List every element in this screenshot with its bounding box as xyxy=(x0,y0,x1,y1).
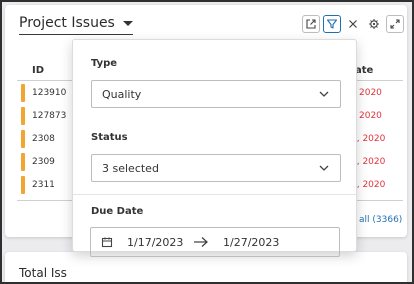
filter-button[interactable] xyxy=(323,15,341,33)
type-value: Quality xyxy=(102,88,142,101)
gear-icon xyxy=(369,19,379,29)
filter-panel: Type Quality Status 3 selected Due Date xyxy=(72,39,357,252)
page-title: Project Issues xyxy=(19,15,115,31)
settings-button[interactable] xyxy=(365,15,383,33)
caret-down-icon xyxy=(122,20,133,26)
status-flag-icon xyxy=(21,107,25,125)
due-date-start[interactable]: 1/17/2023 xyxy=(127,236,183,249)
status-flag-icon xyxy=(21,176,25,194)
status-value: 3 selected xyxy=(102,162,159,175)
panel-divider xyxy=(73,194,356,195)
issue-id: 123910 xyxy=(32,88,67,98)
column-header-due-date[interactable]: ate xyxy=(355,65,373,76)
filter-icon xyxy=(326,19,338,29)
status-flag-icon xyxy=(21,153,25,171)
project-issues-dropdown[interactable]: Project Issues xyxy=(19,15,133,35)
expand-icon xyxy=(390,19,400,29)
clear-filter-button[interactable] xyxy=(344,15,362,33)
card-toolbar xyxy=(302,15,404,33)
calendar-icon xyxy=(101,237,113,248)
status-select[interactable]: 3 selected xyxy=(91,154,341,182)
issue-due-date: 2020 xyxy=(359,88,382,98)
status-flag-icon xyxy=(21,84,25,102)
type-label: Type xyxy=(91,58,118,69)
app-frame: Project Issues ID ate 123910 2020 127873… xyxy=(0,0,414,284)
issue-id: 127873 xyxy=(32,111,67,121)
due-date-end[interactable]: 1/27/2023 xyxy=(223,236,279,249)
open-external-button[interactable] xyxy=(302,15,320,33)
issue-id: 2309 xyxy=(32,157,55,167)
chevron-down-icon xyxy=(319,165,329,171)
open-external-icon xyxy=(306,19,316,29)
status-label: Status xyxy=(91,132,128,143)
chevron-down-icon xyxy=(319,91,329,97)
due-date-label: Due Date xyxy=(91,206,144,217)
close-icon xyxy=(349,20,357,28)
arrow-right-icon xyxy=(194,237,208,247)
card-title: Total Iss xyxy=(19,266,67,280)
issue-id: 2311 xyxy=(32,180,55,190)
column-header-id[interactable]: ID xyxy=(32,65,44,76)
issue-due-date: 2020 xyxy=(359,111,382,121)
view-all-link[interactable]: all (3366) xyxy=(359,215,402,225)
expand-button[interactable] xyxy=(386,15,404,33)
status-flag-icon xyxy=(21,130,25,148)
type-select[interactable]: Quality xyxy=(91,80,341,108)
due-date-range-input[interactable]: 1/17/2023 1/27/2023 xyxy=(90,227,340,257)
issue-id: 2308 xyxy=(32,134,55,144)
